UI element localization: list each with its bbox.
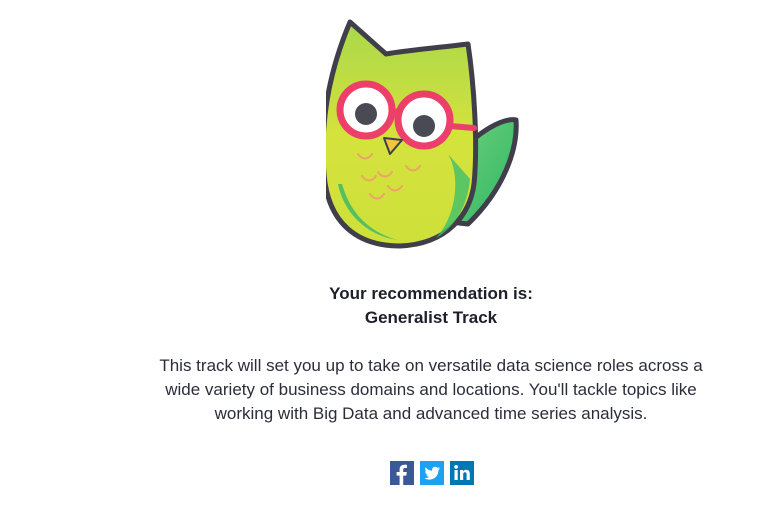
recommendation-heading: Your recommendation is:	[329, 284, 533, 303]
linkedin-icon[interactable]	[450, 461, 474, 485]
recommendation-page: Your recommendation is: Generalist Track…	[0, 0, 770, 514]
twitter-icon[interactable]	[420, 461, 444, 485]
facebook-icon[interactable]	[390, 461, 414, 485]
track-description: This track will set you up to take on ve…	[159, 356, 703, 423]
owl-mascot-icon	[326, 19, 519, 249]
share-buttons	[390, 461, 474, 485]
track-name: Generalist Track	[364, 308, 498, 327]
